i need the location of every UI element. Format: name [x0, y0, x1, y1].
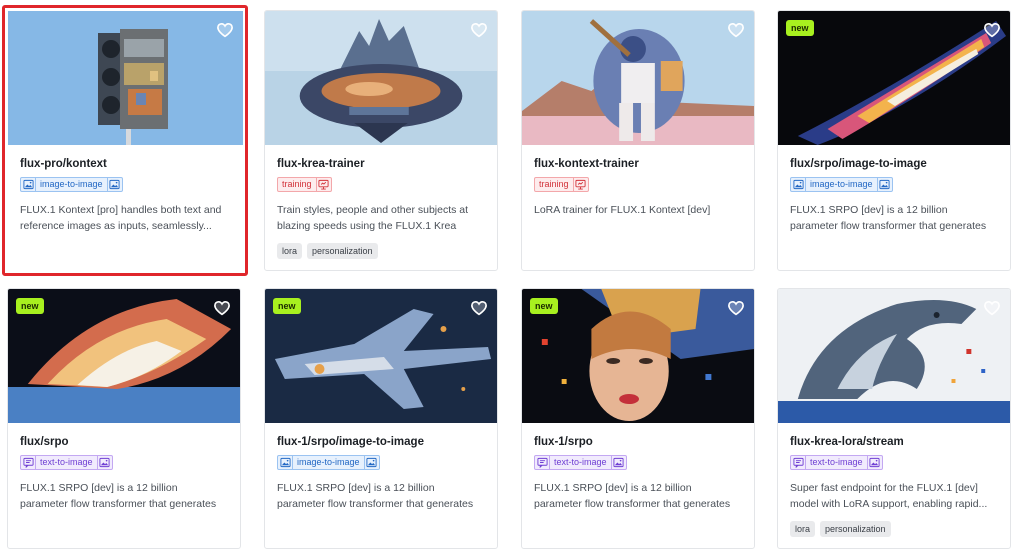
model-card-flux-krea-lora-stream[interactable]: flux-krea-lora/stream text-to-image Supe… [777, 288, 1011, 549]
chip-lora[interactable]: lora [277, 243, 303, 259]
card-thumbnail [522, 11, 754, 145]
image-icon [21, 178, 36, 191]
training-icon [315, 178, 331, 191]
card-description: Super fast endpoint for the FLUX.1 [dev]… [790, 482, 988, 510]
card-title[interactable]: flux/srpo/image-to-image [790, 157, 998, 171]
card-description: FLUX.1 SRPO [dev] is a 12 billion parame… [534, 482, 731, 510]
chip-personalization[interactable]: personalization [307, 243, 378, 259]
card-title[interactable]: flux/srpo [20, 435, 228, 449]
model-card-flux-srpo-image-to-image[interactable]: new flux/srpo/image-to-image image-to-im… [777, 10, 1011, 271]
card-title[interactable]: flux-kontext-trainer [534, 157, 742, 171]
category-tag[interactable]: text-to-image [534, 455, 627, 470]
favorite-heart-icon[interactable] [470, 21, 488, 39]
favorite-heart-icon[interactable] [213, 299, 231, 317]
favorite-heart-icon[interactable] [983, 299, 1001, 317]
card-thumbnail: new [778, 11, 1010, 145]
card-description: LoRA trainer for FLUX.1 Kontext [dev] [534, 204, 711, 216]
image-icon [610, 456, 626, 469]
model-card-flux-pro-kontext[interactable]: flux-pro/kontext image-to-image FLUX.1 K… [2, 5, 248, 276]
text-icon [21, 456, 36, 469]
image-icon [363, 456, 379, 469]
text-icon [791, 456, 806, 469]
model-card-flux-1-srpo-image-to-image[interactable]: new flux-1/srpo/image-to-image image-to-… [264, 288, 498, 549]
card-description: FLUX.1 Kontext [pro] handles both text a… [20, 204, 222, 232]
chip-personalization[interactable]: personalization [820, 521, 891, 537]
category-tag[interactable]: text-to-image [790, 455, 883, 470]
model-card-flux-srpo[interactable]: new flux/srpo text-to-image FLUX.1 SRPO … [7, 288, 241, 549]
favorite-heart-icon[interactable] [470, 299, 488, 317]
image-icon [106, 178, 122, 191]
card-thumbnail [778, 289, 1010, 423]
category-tag[interactable]: image-to-image [20, 177, 123, 192]
model-card-flux-1-srpo[interactable]: new flux-1/srpo text-to-image FLUX.1 SRP… [521, 288, 755, 549]
favorite-heart-icon[interactable] [727, 299, 745, 317]
model-card-flux-krea-trainer[interactable]: flux-krea-trainer training Train styles,… [264, 10, 498, 271]
favorite-heart-icon[interactable] [216, 21, 234, 39]
card-title[interactable]: flux-krea-trainer [277, 157, 485, 171]
category-tag[interactable]: text-to-image [20, 455, 113, 470]
category-tag[interactable]: image-to-image [790, 177, 893, 192]
text-icon [535, 456, 550, 469]
image-icon [866, 456, 882, 469]
category-tag[interactable]: training [534, 177, 589, 192]
card-title[interactable]: flux-1/srpo/image-to-image [277, 435, 485, 449]
card-thumbnail [265, 11, 497, 145]
favorite-heart-icon[interactable] [727, 21, 745, 39]
card-thumbnail: new [8, 289, 240, 423]
card-description: Train styles, people and other subjects … [277, 204, 469, 232]
card-description: FLUX.1 SRPO [dev] is a 12 billion parame… [790, 204, 987, 232]
image-icon [278, 456, 293, 469]
image-icon [791, 178, 806, 191]
card-title[interactable]: flux-krea-lora/stream [790, 435, 998, 449]
card-description: FLUX.1 SRPO [dev] is a 12 billion parame… [277, 482, 474, 510]
model-card-flux-kontext-trainer[interactable]: flux-kontext-trainer training LoRA train… [521, 10, 755, 271]
card-thumbnail: new [265, 289, 497, 423]
card-title[interactable]: flux-pro/kontext [20, 157, 233, 171]
chip-lora[interactable]: lora [790, 521, 816, 537]
new-badge: new [530, 298, 558, 314]
category-tag[interactable]: training [277, 177, 332, 192]
image-icon [876, 178, 892, 191]
new-badge: new [273, 298, 301, 314]
category-tag[interactable]: image-to-image [277, 455, 380, 470]
card-thumbnail [8, 11, 243, 145]
new-badge: new [786, 20, 814, 36]
favorite-heart-icon[interactable] [983, 21, 1001, 39]
training-icon [572, 178, 588, 191]
image-icon [96, 456, 112, 469]
card-thumbnail: new [522, 289, 754, 423]
card-description: FLUX.1 SRPO [dev] is a 12 billion parame… [20, 482, 217, 510]
new-badge: new [16, 298, 44, 314]
card-title[interactable]: flux-1/srpo [534, 435, 742, 449]
